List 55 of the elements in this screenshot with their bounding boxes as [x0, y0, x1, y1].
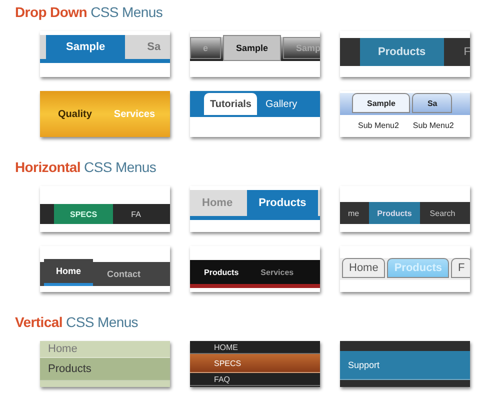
menu-item: Sample	[46, 35, 126, 59]
menu-thumbnail[interactable]: Home Contact	[40, 246, 170, 292]
menu-item: Quality	[57, 108, 93, 122]
menu-item: Home	[342, 258, 386, 278]
menu-thumbnail[interactable]: Products F	[340, 31, 470, 77]
submenu-item: Sub Menu2	[412, 121, 454, 130]
menu-item: Services	[260, 266, 295, 278]
menu-item: HOME	[190, 341, 320, 354]
heading-accent: Horizontal	[15, 159, 80, 175]
menu-item: Sample	[352, 93, 410, 113]
menu-item: Products	[369, 202, 420, 224]
heading-text: CSS Menus	[66, 314, 138, 330]
menu-item: Sa	[412, 93, 452, 113]
menu-thumbnail[interactable]: Home Products F	[340, 246, 470, 292]
menu-item: F	[462, 45, 470, 60]
menu-item: F	[451, 258, 470, 278]
menu-item: SPECS	[54, 204, 114, 224]
menu-item: Gallery	[264, 98, 298, 112]
heading-accent: Vertical	[15, 314, 62, 330]
menu-thumbnail[interactable]: Home Products	[40, 341, 170, 387]
menu-item: Samp	[283, 37, 320, 59]
heading-text: CSS Menus	[84, 159, 156, 175]
menu-item: Products	[246, 190, 318, 216]
menu-item: Products	[40, 358, 170, 381]
menu-thumbnail[interactable]: Tutorials Gallery	[190, 91, 320, 137]
menu-thumbnail[interactable]: e Sample Samp	[190, 31, 320, 77]
menu-thumbnail[interactable]: me Products Search	[340, 186, 470, 232]
menu-thumbnail[interactable]: SPECS FA	[40, 186, 170, 232]
menu-thumbnail[interactable]: Sample Sa Sub Menu2 Sub Menu2	[340, 91, 470, 137]
menu-item: Services	[112, 108, 156, 122]
menu-item: Products	[360, 38, 444, 66]
menu-item: Home	[201, 196, 234, 211]
menu-item: FA	[130, 208, 142, 220]
menu-item: me	[347, 208, 360, 220]
menu-item: Tutorials	[204, 93, 258, 115]
menu-thumbnail[interactable]: Quality Services	[40, 91, 170, 137]
menu-item: Search	[428, 208, 456, 220]
menu-thumbnail[interactable]: Home Products	[190, 186, 320, 232]
menu-thumbnail[interactable]: Sample Sa	[40, 31, 170, 77]
menu-item: SPECS	[190, 354, 320, 373]
menu-item: Products	[387, 258, 450, 278]
menu-item: FAQ	[190, 373, 320, 386]
menu-thumbnail[interactable]: Support	[340, 341, 470, 387]
menu-item: Support	[340, 351, 470, 380]
menu-item: e	[190, 37, 222, 59]
heading-text: CSS Menus	[90, 4, 163, 20]
menu-thumbnail[interactable]: HOME SPECS FAQ	[190, 341, 320, 387]
menu-item: Home	[40, 341, 170, 358]
menu-item: Sa	[146, 40, 162, 55]
menu-item: Home	[44, 259, 94, 286]
menu-item: Contact	[106, 268, 142, 281]
heading-accent: Drop Down	[15, 4, 87, 20]
submenu-item: Sub Menu2	[358, 121, 399, 130]
menu-thumbnail[interactable]: Products Services	[190, 246, 320, 292]
menu-item: Sample	[223, 35, 282, 61]
